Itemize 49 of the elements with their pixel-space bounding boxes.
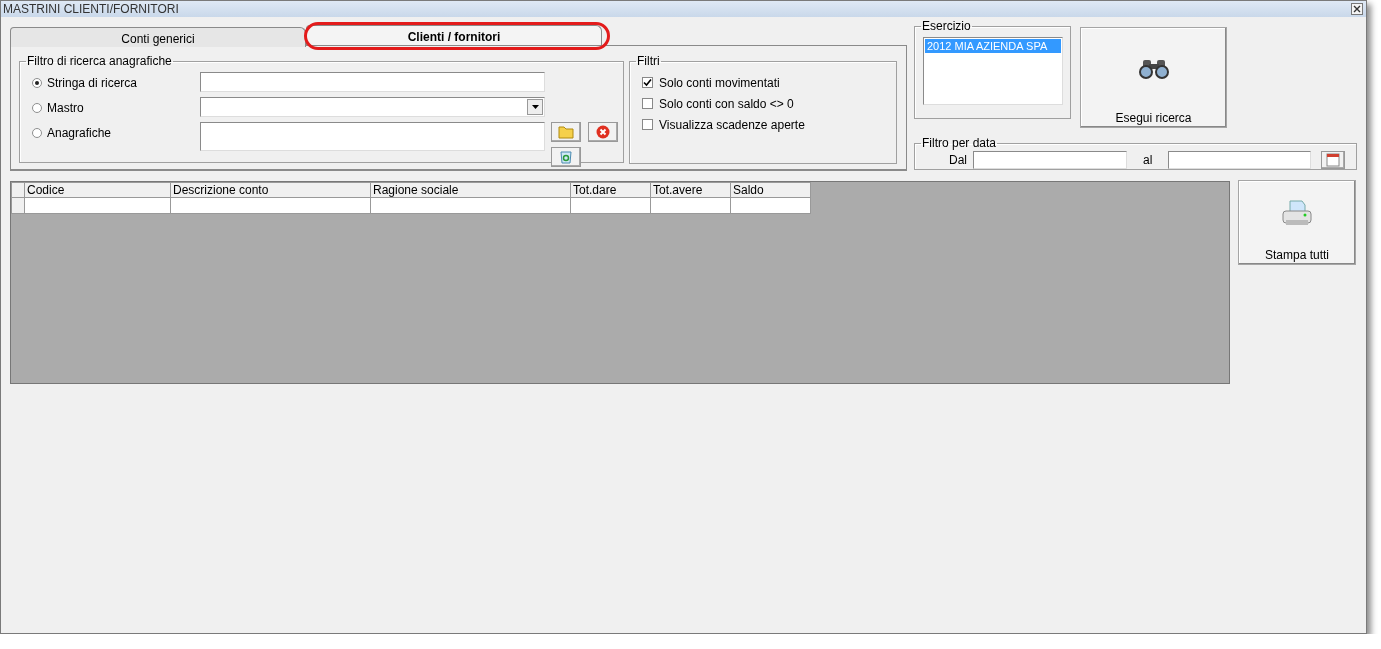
group-title: Filtro di ricerca anagrafiche [26,54,173,68]
folder-button[interactable] [551,122,581,142]
date-field[interactable] [973,151,1127,169]
row-header [11,182,25,198]
tab[interactable]: Conti generici [10,27,306,47]
column-header[interactable]: Tot.avere [650,182,731,198]
tab[interactable]: Clienti / fornitori [306,25,602,45]
calendar-icon [1326,153,1341,167]
recycle-bin-icon [559,150,573,164]
radio-button[interactable] [32,78,42,88]
checkbox-label: Solo conti con saldo <> 0 [659,96,794,111]
caret-icon [531,105,539,109]
group-title: Filtro per data [921,136,998,150]
search-button[interactable]: Esegui ricerca [1080,27,1227,128]
print-button[interactable]: Stampa tutti [1238,180,1356,265]
date-field[interactable] [1168,151,1312,169]
close-button[interactable] [1351,3,1363,15]
column-header[interactable]: Tot.dare [570,182,651,198]
radio-label: Stringa di ricerca [47,76,138,90]
delete-button[interactable] [588,122,618,142]
column-header[interactable]: Ragione sociale [370,182,571,198]
dropdown-field[interactable] [200,97,545,117]
radio-label: Anagrafiche [47,126,112,140]
radio-button[interactable] [32,103,42,113]
checkbox[interactable] [642,119,653,130]
group-title: Filtri [636,54,661,68]
radio-button[interactable] [32,128,42,138]
window-title: MASTRINI CLIENTI/FORNITORI [3,2,179,16]
dropdown-button[interactable] [527,99,543,115]
group-title: Esercizio [921,19,972,33]
checkbox-label: Solo conti movimentati [659,75,780,90]
from-label: Dal [949,153,967,167]
calendar-button[interactable] [1321,151,1346,169]
folder-icon [558,125,574,139]
bin-button[interactable] [551,147,581,167]
radio-label: Mastro [47,101,84,115]
text-area[interactable] [200,122,545,151]
to-label: al [1143,153,1153,167]
close-circle-icon [596,125,610,139]
column-header[interactable]: Descrizione conto [170,182,371,198]
column-header[interactable]: Codice [24,182,171,198]
check-icon [643,78,652,87]
column-header[interactable]: Saldo [730,182,811,198]
checkbox[interactable] [642,77,653,88]
checkbox[interactable] [642,98,653,109]
binoculars-icon [1136,58,1171,80]
checkbox-label: Visualizza scadenze aperte [659,117,805,132]
search-field[interactable] [200,72,545,92]
close-icon [1353,5,1361,13]
